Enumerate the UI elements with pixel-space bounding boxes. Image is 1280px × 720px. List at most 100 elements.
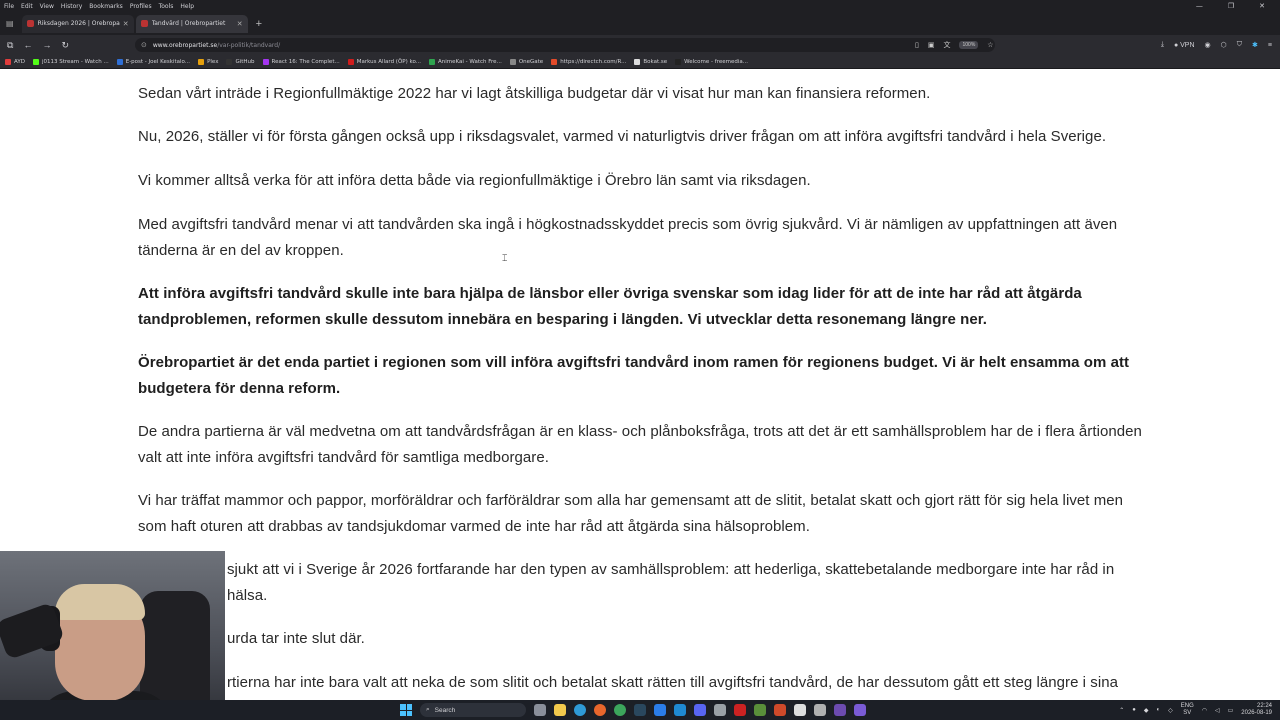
bookmarks-bar: AYD j0113 Stream - Watch ... E-post - Joel… [0, 55, 1280, 69]
chrome-icon[interactable] [614, 704, 626, 716]
tray-app-icon[interactable]: ◆ [1144, 707, 1149, 714]
zoom-level[interactable]: 100% [959, 41, 979, 49]
article-paragraph: Örebropartiet är det enda partiet i regi… [138, 354, 1130, 397]
person-hair [55, 584, 145, 620]
bookmark-item[interactable]: AnimeKai - Watch Fre... [429, 58, 502, 65]
bookmark-label: Markus Allard (ÖP) ko... [356, 58, 421, 65]
menu-profiles[interactable]: Profiles [130, 3, 152, 10]
wifi-icon[interactable]: ◠ [1202, 707, 1207, 714]
bookmark-item[interactable]: Markus Allard (ÖP) ko... [347, 58, 421, 65]
menu-tools[interactable]: Tools [159, 3, 174, 10]
address-bar[interactable]: ⊙ www.orebropartiet.se /var-politik/tand… [135, 38, 995, 52]
url-path: /var-politik/tandvard/ [217, 41, 281, 49]
taskbar-search[interactable]: ⌕ Search [420, 703, 526, 717]
downloads-icon[interactable]: ⤓ [1161, 41, 1164, 49]
article-paragraph: De andra partierna är väl medvetna om at… [138, 423, 1142, 466]
sidebar-toggle-icon[interactable]: ▤ [6, 19, 14, 28]
menu-view[interactable]: View [40, 3, 54, 10]
reload-icon[interactable]: ↻ [61, 40, 69, 51]
menu-history[interactable]: History [61, 3, 82, 10]
menu-icon[interactable]: ≡ [1268, 42, 1272, 49]
close-tab-icon[interactable]: ✕ [123, 20, 129, 28]
bookmark-favicon-icon [634, 58, 641, 65]
bookmark-item[interactable]: Welcome - freemedia... [675, 58, 748, 65]
language-indicator[interactable]: ENG SV [1181, 703, 1194, 717]
article-paragraph: Sedan vårt inträde i Regionfullmäktige 2… [138, 85, 931, 102]
bookmark-item[interactable]: React 16: The Complet... [262, 58, 340, 65]
bookmark-favicon-icon [32, 58, 39, 65]
bookmark-label: GitHub [235, 58, 255, 65]
screenshot-icon[interactable]: ▣ [928, 41, 935, 49]
extensions-icon[interactable]: ⬡ [1221, 41, 1227, 49]
bookmark-favicon-icon [551, 58, 558, 65]
app-icon[interactable] [834, 704, 846, 716]
bookmark-label: E-post - Joel Keskitalo... [125, 58, 191, 65]
bookmark-item[interactable]: OneGate [509, 58, 543, 65]
menu-edit[interactable]: Edit [21, 3, 33, 10]
battery-icon[interactable]: ▭ [1228, 707, 1234, 714]
tray-app-icon[interactable]: ◇ [1168, 707, 1173, 714]
tab-overview-icon[interactable]: ⧉ [7, 40, 13, 51]
vscode-icon[interactable] [674, 704, 686, 716]
bookmark-item[interactable]: j0113 Stream - Watch ... [32, 58, 109, 65]
app-icon[interactable] [754, 704, 766, 716]
vpn-button[interactable]: ● VPN [1174, 42, 1195, 49]
extension-app-icon[interactable]: ✱ [1252, 41, 1258, 49]
tray-chevron-icon[interactable]: ⌃ [1119, 707, 1124, 714]
profile-icon[interactable]: ◉ [1205, 41, 1211, 49]
forward-icon[interactable]: → [42, 40, 51, 51]
close-tab-icon[interactable]: ✕ [237, 20, 243, 28]
taskbar-clock[interactable]: 22:24 2026-08-19 [1241, 703, 1272, 717]
bookmark-label: Plex [207, 58, 219, 65]
discord-icon[interactable] [694, 704, 706, 716]
bookmark-item[interactable]: AYD [5, 58, 25, 65]
menu-bookmarks[interactable]: Bookmarks [89, 3, 123, 10]
firefox-icon[interactable] [594, 704, 606, 716]
tray-app-icon[interactable]: ● [1132, 707, 1136, 713]
tab-title: Riksdagen 2026 | Örebropartiet [37, 20, 120, 27]
menu-help[interactable]: Help [180, 3, 194, 10]
lang-layout: SV [1183, 710, 1192, 716]
tab-tandvard[interactable]: Tandvård | Örebropartiet ✕ [135, 14, 248, 33]
tray-app-icon[interactable]: ◐ [1156, 707, 1160, 713]
bookmark-favicon-icon [429, 58, 435, 65]
bookmark-item[interactable]: GitHub [226, 58, 255, 65]
restore-icon[interactable]: ❐ [1228, 2, 1234, 10]
bookmark-item[interactable]: Plex [198, 58, 219, 65]
app-icon[interactable] [774, 704, 786, 716]
app-icon[interactable] [714, 704, 726, 716]
app-icon[interactable] [794, 704, 806, 716]
bookmark-label: https://directch.com/R... [560, 58, 627, 65]
bookmark-favicon-icon [226, 58, 233, 65]
start-menu-icon[interactable] [400, 704, 412, 716]
back-icon[interactable]: ← [23, 40, 32, 51]
vpn-label: VPN [1180, 41, 1195, 49]
shield-icon[interactable]: ⛉ [1237, 41, 1242, 49]
search-icon: ⌕ [426, 706, 430, 713]
minimize-icon[interactable]: — [1196, 2, 1203, 10]
file-explorer-icon[interactable] [554, 704, 566, 716]
app-icon[interactable] [734, 704, 746, 716]
app-icon[interactable] [854, 704, 866, 716]
close-window-icon[interactable]: ✕ [1259, 2, 1265, 10]
menu-file[interactable]: File [4, 3, 14, 10]
bookmark-item[interactable]: https://directch.com/R... [551, 58, 627, 65]
speaker-icon[interactable]: ◁ [1215, 707, 1220, 714]
app-icon[interactable] [654, 704, 666, 716]
task-view-icon[interactable] [534, 704, 546, 716]
site-info-icon[interactable]: ⊙ [141, 41, 147, 49]
bookmark-favicon-icon [347, 58, 354, 65]
bookmark-star-icon[interactable]: ☆ [987, 41, 993, 49]
new-tab-icon[interactable]: + [256, 18, 262, 30]
webcam-overlay [0, 551, 225, 720]
app-icon[interactable] [814, 704, 826, 716]
steam-icon[interactable] [634, 704, 646, 716]
tab-riksdagen[interactable]: Riksdagen 2026 | Örebropartiet ✕ [21, 14, 134, 33]
bookmark-item[interactable]: E-post - Joel Keskitalo... [116, 58, 191, 65]
reader-view-icon[interactable]: ▯ [915, 41, 919, 49]
edge-icon[interactable] [574, 704, 586, 716]
article-paragraph: Nu, 2026, ställer vi för första gången o… [138, 128, 1107, 145]
bookmark-label: Bokat.se [643, 58, 668, 65]
bookmark-item[interactable]: Bokat.se [634, 58, 668, 65]
translate-icon[interactable]: 文 [943, 40, 950, 50]
